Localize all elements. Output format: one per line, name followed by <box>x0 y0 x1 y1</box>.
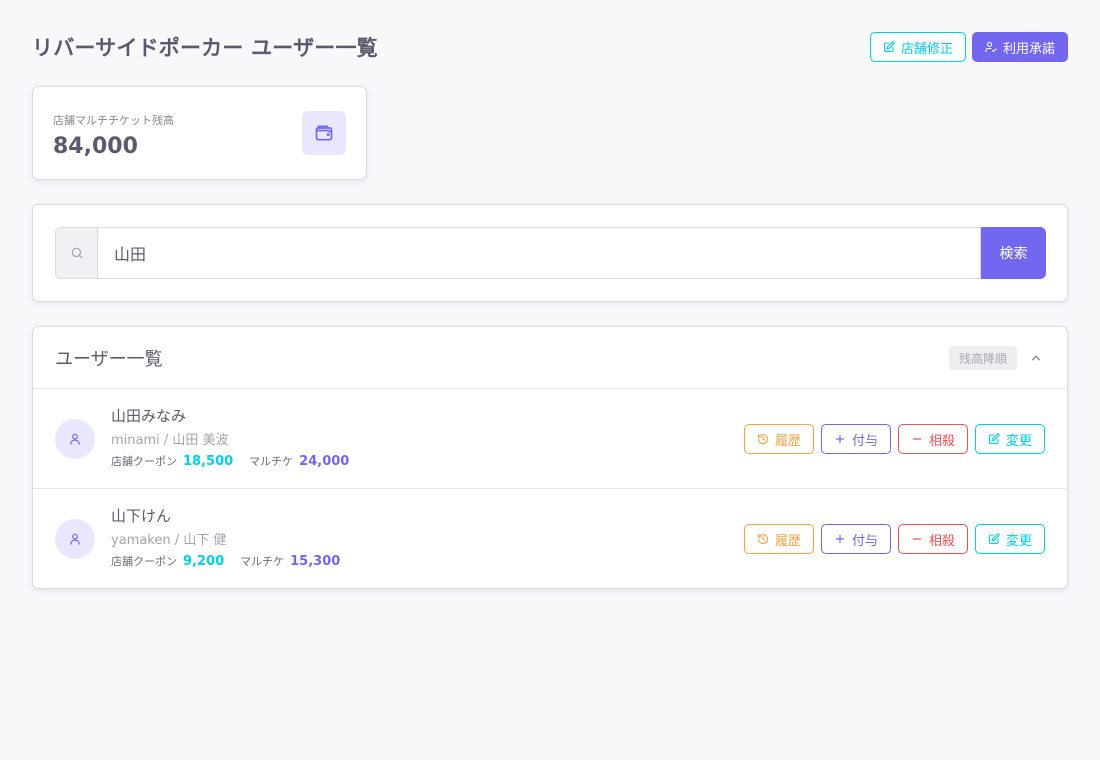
search-icon <box>71 247 82 259</box>
user-balances: 店舗クーポン 18,500 マルチケ 24,000 <box>111 453 349 469</box>
history-label: 履歴 <box>774 433 801 449</box>
user-list-title: ユーザー一覧 <box>55 349 163 370</box>
edit-icon <box>883 41 895 53</box>
coupon-value: 18,500 <box>183 454 234 469</box>
edit-store-button[interactable]: 店舗修正 <box>869 32 966 62</box>
user-subtitle: minami / 山田 美波 <box>111 433 229 448</box>
edit-icon <box>988 533 1000 545</box>
multi-ticket-label: マルチケ <box>240 555 285 568</box>
user-row: 山田みなみ minami / 山田 美波 店舗クーポン 18,500 マルチケ … <box>33 389 1067 489</box>
offset-button[interactable]: 相殺 <box>897 424 968 454</box>
grant-button[interactable]: 付与 <box>820 424 891 454</box>
edit-icon <box>988 433 1000 445</box>
minus-icon <box>912 538 922 540</box>
minus-icon <box>912 438 922 440</box>
user-icon <box>70 433 80 445</box>
user-name: 山田みなみ <box>111 407 187 425</box>
user-name: 山下けん <box>111 507 172 525</box>
coupon-value: 9,200 <box>183 554 225 569</box>
grant-label: 付与 <box>851 533 878 549</box>
multi-ticket-value: 15,300 <box>290 554 341 569</box>
user-check-icon <box>985 41 997 53</box>
user-balances: 店舗クーポン 9,200 マルチケ 15,300 <box>111 553 340 569</box>
row-actions: 履歴 付与 相殺 変更 <box>743 524 1045 554</box>
search-group: 検索 <box>55 227 1046 279</box>
history-icon <box>757 533 768 545</box>
search-addon <box>55 227 97 279</box>
approve-usage-button[interactable]: 利用承諾 <box>971 32 1068 62</box>
change-button[interactable]: 変更 <box>974 524 1045 554</box>
coupon-label: 店舗クーポン <box>111 555 177 568</box>
multi-ticket-label: マルチケ <box>249 455 294 468</box>
change-label: 変更 <box>1005 533 1032 549</box>
plus-icon <box>835 534 845 544</box>
sort-badge[interactable]: 残高降順 <box>948 346 1017 370</box>
stat-value: 84,000 <box>53 134 138 159</box>
user-subtitle: yamaken / 山下 健 <box>111 533 227 548</box>
history-icon <box>757 433 768 445</box>
wallet-icon <box>315 125 333 141</box>
history-button[interactable]: 履歴 <box>743 424 814 454</box>
offset-button[interactable]: 相殺 <box>897 524 968 554</box>
edit-store-label: 店舗修正 <box>900 41 953 57</box>
multi-ticket-balance-card: 店舗マルチチケット残高 84,000 <box>32 86 367 180</box>
chevron-up-icon[interactable] <box>1029 351 1043 365</box>
change-button[interactable]: 変更 <box>974 424 1045 454</box>
history-label: 履歴 <box>774 533 801 549</box>
approve-usage-label: 利用承諾 <box>1002 41 1055 57</box>
offset-label: 相殺 <box>928 433 955 449</box>
multi-ticket-value: 24,000 <box>299 454 350 469</box>
coupon-label: 店舗クーポン <box>111 455 177 468</box>
search-card: 検索 <box>32 204 1068 302</box>
user-icon <box>70 533 80 545</box>
change-label: 変更 <box>1005 433 1032 449</box>
grant-button[interactable]: 付与 <box>820 524 891 554</box>
avatar <box>55 519 95 559</box>
user-list-card: ユーザー一覧 残高降順 山田みなみ minami / 山田 美波 店舗クーポン … <box>32 326 1068 589</box>
grant-label: 付与 <box>851 433 878 449</box>
plus-icon <box>835 434 845 444</box>
stat-icon-box <box>302 111 346 155</box>
search-button[interactable]: 検索 <box>981 227 1046 279</box>
user-list-header: ユーザー一覧 残高降順 <box>33 327 1067 389</box>
header-actions: 店舗修正 利用承諾 <box>869 32 1068 62</box>
offset-label: 相殺 <box>928 533 955 549</box>
search-input[interactable] <box>97 227 981 279</box>
page-title: リバーサイドポーカー ユーザー一覧 <box>32 36 378 60</box>
history-button[interactable]: 履歴 <box>743 524 814 554</box>
avatar <box>55 419 95 459</box>
row-actions: 履歴 付与 相殺 変更 <box>743 424 1045 454</box>
stat-label: 店舗マルチチケット残高 <box>53 114 174 127</box>
user-row: 山下けん yamaken / 山下 健 店舗クーポン 9,200 マルチケ 15… <box>33 489 1067 589</box>
